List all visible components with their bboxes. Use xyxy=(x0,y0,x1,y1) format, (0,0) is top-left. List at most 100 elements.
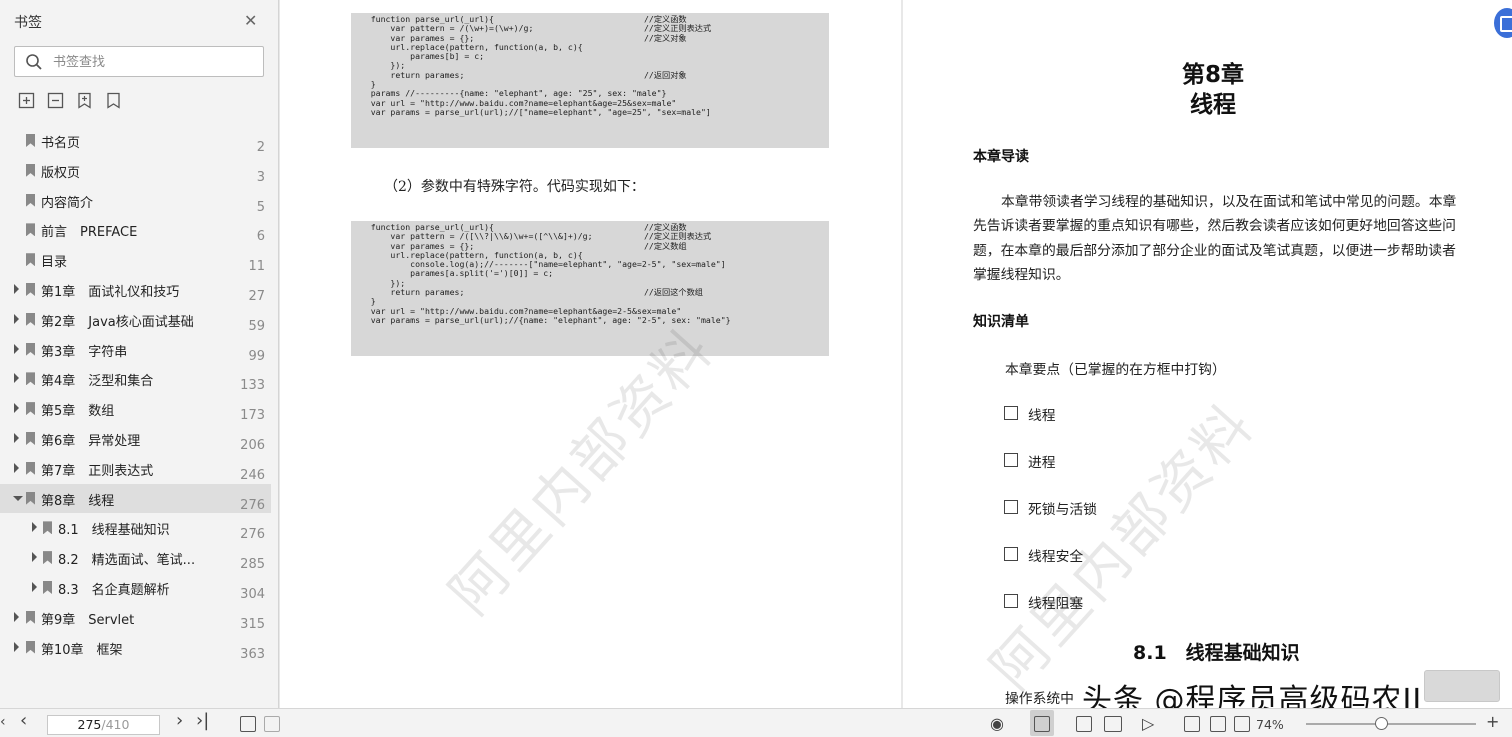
bookmark-icon xyxy=(26,461,35,475)
document-page-left: function parse_url(_url){//定义函数 var patt… xyxy=(280,0,901,708)
zoom-slider[interactable] xyxy=(1306,717,1476,730)
zoom-level[interactable]: 74% xyxy=(1256,717,1284,732)
pdf-reader-window: 书签 ✕ 书名页2 版权页3 内容简介5 前言 PREFACE6 目录11 第1… xyxy=(0,0,1512,737)
bookmark-icon xyxy=(26,193,35,207)
expand-arrow-icon[interactable] xyxy=(32,581,37,592)
code-line: parames[b] = c; xyxy=(351,51,485,62)
expand-arrow-icon[interactable] xyxy=(14,373,19,384)
back-icon[interactable] xyxy=(240,716,256,732)
collapse-all-icon[interactable] xyxy=(47,92,64,109)
actual-size-icon[interactable] xyxy=(1184,716,1200,732)
bookmark-icon xyxy=(26,163,35,177)
toc-item[interactable]: 第10章 框架 363 xyxy=(0,633,279,663)
intro-heading: 本章导读 xyxy=(973,149,1029,165)
bookmark-icon xyxy=(43,521,52,535)
checkbox[interactable] xyxy=(1004,406,1018,420)
bookmark-icon xyxy=(26,342,35,356)
toc-item[interactable]: 第1章 面试礼仪和技巧 27 xyxy=(0,275,279,305)
checkbox[interactable] xyxy=(1004,547,1018,561)
forward-icon[interactable] xyxy=(264,716,280,732)
code-comment: //定义数组 xyxy=(644,240,687,251)
code-line: var params = parse_url(url);//{name: "el… xyxy=(351,314,731,325)
code-line: var params = parse_url(url);//["name=ele… xyxy=(351,106,711,117)
expand-arrow-icon[interactable] xyxy=(14,313,19,324)
two-page-icon[interactable] xyxy=(1104,716,1122,732)
toc-item[interactable]: 版权页 3 xyxy=(0,156,279,186)
toc-item[interactable]: 书名页 2 xyxy=(0,126,279,156)
document-viewport[interactable]: function parse_url(_url){//定义函数 var patt… xyxy=(280,0,1512,708)
toc-subitem[interactable]: 8.1 线程基础知识 276 xyxy=(0,513,279,543)
body-text: 操作系统中 xyxy=(1005,691,1074,707)
toc-item[interactable]: 第2章 Java核心面试基础 59 xyxy=(0,305,279,335)
bookmark-icon xyxy=(26,402,35,416)
zoom-in-icon[interactable]: + xyxy=(1486,712,1499,731)
fit-width-icon[interactable] xyxy=(1234,716,1250,732)
zoom-slider-handle[interactable] xyxy=(1375,717,1388,730)
sidebar-title: 书签 xyxy=(14,15,42,31)
next-page-icon[interactable]: › xyxy=(176,710,183,731)
search-input[interactable] xyxy=(53,53,253,71)
paragraph: （2）参数中有特殊字符。代码实现如下： xyxy=(384,179,645,195)
toc-item[interactable]: 第5章 数组 173 xyxy=(0,394,279,424)
chapter-title: 线程 xyxy=(1190,92,1236,118)
search-icon xyxy=(26,54,42,70)
bookmark-icon xyxy=(26,312,35,326)
expand-arrow-icon[interactable] xyxy=(14,283,19,294)
bookmark-icon xyxy=(26,282,35,296)
code-comment: //定义对象 xyxy=(644,32,687,43)
bookmark-toolbar xyxy=(18,92,122,109)
eye-icon[interactable]: ◉ xyxy=(990,714,1004,733)
bookmark-search[interactable] xyxy=(14,46,264,77)
bookmark-icon xyxy=(26,134,35,147)
first-page-icon[interactable]: ‹ xyxy=(0,714,6,730)
page-number-field[interactable]: 275/410 xyxy=(47,715,160,735)
code-line: parames[a.split('=')[0]] = c; xyxy=(351,268,554,279)
checkbox[interactable] xyxy=(1004,500,1018,514)
expand-arrow-icon[interactable] xyxy=(14,641,19,652)
fit-page-icon[interactable] xyxy=(1210,716,1226,732)
toc-item[interactable]: 目录 11 xyxy=(0,245,279,275)
expand-arrow-icon[interactable] xyxy=(14,462,19,473)
checkbox[interactable] xyxy=(1004,453,1018,467)
expand-arrow-icon[interactable] xyxy=(14,611,19,622)
toc-item[interactable]: 前言 PREFACE 6 xyxy=(0,215,279,245)
chapter-number: 第8章 xyxy=(1181,62,1244,88)
bookmark-icon xyxy=(26,610,35,624)
expand-arrow-icon[interactable] xyxy=(14,343,19,354)
checkbox[interactable] xyxy=(1004,594,1018,608)
expand-arrow-icon[interactable] xyxy=(14,432,19,443)
toc-item[interactable]: 第6章 异常处理 206 xyxy=(0,424,279,454)
toc-subitem[interactable]: 8.2 精选面试、笔试... 285 xyxy=(0,543,279,573)
toc-list: 书名页 2 版权页 3 内容简介 5 前言 PREFACE 6 目录 11 第1章 面试礼… xyxy=(0,126,279,662)
play-icon[interactable]: ▷ xyxy=(1142,714,1154,733)
checklist-heading: 知识清单 xyxy=(973,314,1029,330)
code-block: function parse_url(_url){//定义函数 var patt… xyxy=(351,13,829,148)
code-comment: //返回这个数组 xyxy=(644,287,703,298)
toc-item[interactable]: 第3章 字符串 99 xyxy=(0,335,279,365)
single-page-icon[interactable] xyxy=(1034,716,1050,732)
toc-item[interactable]: 内容简介 5 xyxy=(0,186,279,216)
bookmark-icon xyxy=(43,580,52,594)
toc-subitem[interactable]: 8.3 名企真题解析 304 xyxy=(0,573,279,603)
add-bookmark-icon[interactable] xyxy=(76,92,93,109)
expand-arrow-icon[interactable] xyxy=(32,552,37,563)
collapse-arrow-icon[interactable] xyxy=(13,495,23,501)
code-block: function parse_url(_url){//定义函数 var patt… xyxy=(351,221,829,356)
expand-arrow-icon[interactable] xyxy=(14,403,19,414)
toc-item[interactable]: 第9章 Servlet 315 xyxy=(0,603,279,633)
continuous-page-icon[interactable] xyxy=(1076,716,1092,732)
bookmark-sidebar: 书签 ✕ 书名页2 版权页3 内容简介5 前言 PREFACE6 目录11 第1… xyxy=(0,0,279,708)
floating-button[interactable] xyxy=(1424,670,1500,702)
bookmark-icon xyxy=(26,640,35,654)
bookmark-icon xyxy=(26,372,35,386)
expand-all-icon[interactable] xyxy=(18,92,35,109)
section-heading: 8.1 线程基础知识 xyxy=(1133,642,1300,664)
toc-item[interactable]: 第4章 泛型和集合 133 xyxy=(0,364,279,394)
last-page-icon[interactable]: ›| xyxy=(196,710,209,731)
toc-item[interactable]: 第7章 正则表达式 246 xyxy=(0,454,279,484)
close-icon[interactable]: ✕ xyxy=(244,11,257,30)
toc-item-selected[interactable]: 第8章 线程 276 xyxy=(0,483,271,514)
prev-page-icon[interactable]: ‹ xyxy=(20,710,27,731)
expand-arrow-icon[interactable] xyxy=(32,522,37,533)
bookmark-icon[interactable] xyxy=(105,92,122,109)
